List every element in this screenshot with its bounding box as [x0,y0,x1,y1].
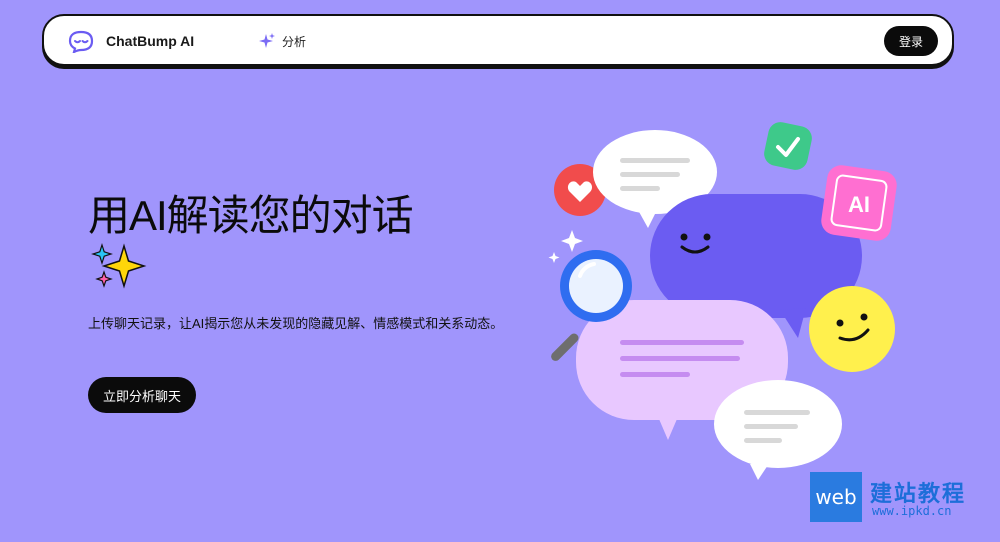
sparkle-icon [259,33,275,48]
login-button[interactable]: 登录 [884,26,938,56]
top-navbar: ChatBump AI 分析 登录 [42,14,954,66]
brand[interactable]: ChatBump AI [64,28,194,54]
hero-title: 用AI解读您的对话 [88,192,414,239]
ai-badge-icon: AI [821,165,897,241]
nav-item-label: 分析 [282,34,307,49]
hero-description: 上传聊天记录，让AI揭示您从未发现的隐藏见解、情感模式和关系动态。 [88,316,504,331]
nav-item-analyze[interactable]: 分析 [258,30,306,52]
analyze-chat-button[interactable]: 立即分析聊天 [88,377,196,413]
hero-illustration: AI [548,122,897,480]
check-icon [764,122,812,170]
smiley-icon [809,286,895,372]
bottom-speech-bubble [714,380,842,480]
sparkles-emoji-icon [91,243,147,289]
brand-logo-icon [68,30,94,53]
watermark: web 建站教程 www.ipkd.cn [810,472,994,524]
watermark-url: www.ipkd.cn [872,504,952,518]
brand-name: ChatBump AI [106,33,195,49]
ai-badge-text: AI [848,192,870,217]
watermark-logo: web [810,472,862,522]
